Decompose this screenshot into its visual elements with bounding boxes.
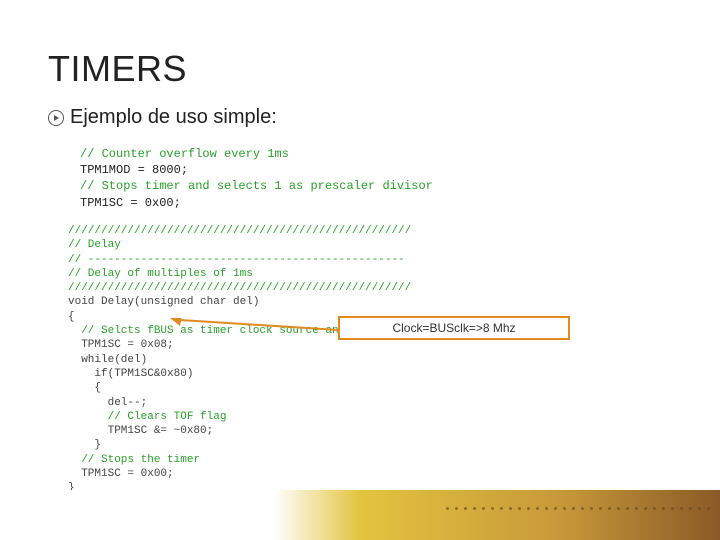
subtitle: Ejemplo de uso simple: (70, 106, 277, 129)
subtitle-row: Ejemplo de uso simple: (48, 106, 277, 129)
footer-dots (410, 470, 710, 510)
code-block-delay: ////////////////////////////////////////… (60, 218, 565, 476)
callout-annotation: Clock=BUSclk=>8 Mhz (338, 316, 570, 340)
callout-text: Clock=BUSclk=>8 Mhz (392, 321, 515, 335)
code-block-init: // Counter overflow every 1ms TPM1MOD = … (72, 140, 542, 217)
play-bullet-icon (48, 110, 64, 126)
page-title: TIMERS (48, 48, 187, 90)
slide: TIMERS Ejemplo de uso simple: // Counter… (0, 0, 720, 540)
